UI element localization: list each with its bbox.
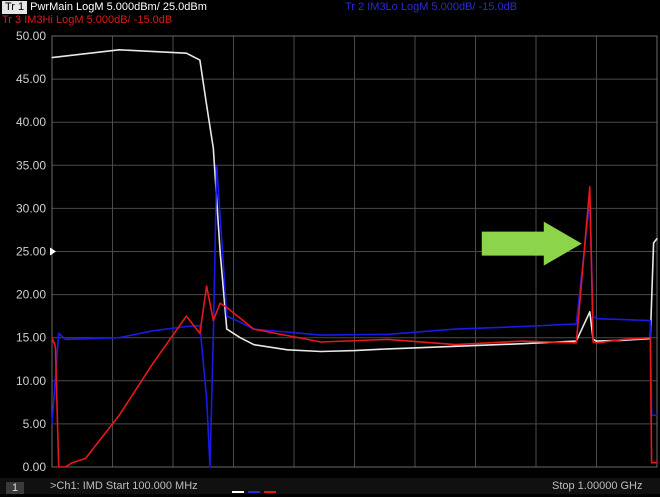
trace-point-PwrMain-8 [239,337,241,339]
trace-point-IM3Lo-5 [185,325,188,328]
trace-point-IM3Hi-7 [152,362,154,365]
trace-point-IM3Lo-16 [454,328,456,330]
y-axis-ticks: 50.00 45.00 40.00 35.00 30.00 25.00 20.00 15.00… [16,29,46,474]
trace-point-IM3Hi-3 [64,466,67,468]
trace-point-PwrMain-12 [353,350,356,352]
trace-point-PwrMain-19 [595,340,598,342]
trace-point-IM3Hi-13 [226,306,228,309]
trace-point-IM3Hi-6 [118,414,120,416]
trace-point-IM3Hi-1 [54,345,56,347]
y-tick-label-0: 50.00 [16,29,46,43]
trace-point-IM3Hi-25 [651,462,653,464]
trace-3-label[interactable]: Tr 3 IM3Hi LogM 5.000dB/ -15.0dB [2,14,172,27]
trace-point-IM3Hi-0 [51,337,53,339]
trace-point-IM3Hi-2 [58,466,60,468]
stop-frequency[interactable]: Stop 1.00000 GHz [552,480,643,492]
trace-point-IM3Lo-4 [152,330,154,332]
trace-point-PwrMain-4 [206,104,208,106]
trace-point-IM3Hi-21 [592,341,594,343]
trace-point-IM3Lo-25 [656,414,658,416]
y-tick-label-4: 30.00 [16,201,46,215]
trace-point-IM3Hi-15 [320,341,322,343]
annotation-arrow [481,221,582,266]
trace-point-PwrMain-15 [521,343,524,345]
trace-point-IM3Lo-21 [595,318,598,320]
status-trace-swatches [232,485,278,497]
y-tick-label-1: 45.00 [16,72,46,86]
y-tick-label-9: 5.00 [23,417,47,431]
trace-point-IM3Hi-22 [595,342,598,344]
trace-point-IM3Lo-22 [622,318,624,321]
trace-point-IM3Hi-18 [521,340,524,342]
trace-point-PwrMain-10 [286,349,288,351]
trace-point-PwrMain-11 [320,350,322,353]
trace-point-IM3Lo-2 [64,338,67,341]
trace-point-IM3Lo-15 [387,333,389,335]
trace-point-IM3Hi-10 [206,285,208,287]
trace-3-text: IM3Hi LogM 5.000dB/ -15.0dB [24,14,173,26]
trace-point-PwrMain-9 [253,343,255,346]
annotation [481,221,582,266]
status-bar: 1 >Ch1: IMD Start 100.000 MHz Stop 1.000… [0,478,660,494]
trace-point-IM3Lo-17 [521,325,524,328]
trace-point-PwrMain-13 [387,348,389,350]
trace-point-PwrMain-22 [653,242,655,244]
y-tick-label-8: 10.00 [16,374,46,388]
trace-point-PwrMain-2 [185,52,188,54]
trace-point-IM3Lo-11 [226,315,228,317]
trace-point-IM3Hi-4 [71,462,73,464]
trace-point-IM3Lo-12 [239,321,241,323]
trace-point-PwrMain-14 [454,345,456,347]
trace-point-IM3Hi-8 [185,315,188,317]
trace-point-IM3Hi-11 [212,319,214,322]
trace-point-IM3Hi-26 [656,462,658,464]
trace-point-PwrMain-6 [219,250,221,253]
trace-1-badge: Tr 1 [2,1,28,14]
trace-point-IM3Hi-14 [253,328,255,330]
trace-point-PwrMain-23 [656,237,658,240]
trace-point-IM3Lo-7 [206,397,208,399]
trace-1-text: PwrMain LogM 5.000dBm/ 25.0dBm [30,1,207,13]
start-frequency[interactable]: >Ch1: IMD Start 100.000 MHz [50,480,198,492]
y-tick-label-7: 15.00 [16,331,46,345]
trace-point-PwrMain-5 [212,147,214,149]
trace-point-PwrMain-7 [226,328,228,330]
trace-point-IM3Lo-9 [212,337,214,339]
trace-point-IM3Lo-18 [575,323,577,325]
trace-point-IM3Hi-16 [387,338,389,341]
trace-point-PwrMain-17 [589,311,591,313]
trace-2-badge: Tr 2 [345,1,365,13]
trace-point-IM3Hi-17 [454,343,456,346]
trace-2-text: IM3Lo LogM 5.000dB/ -15.0dB [367,1,518,13]
trace-point-PwrMain-0 [51,56,53,59]
y-tick-label-3: 35.00 [16,158,46,172]
trace-1-label[interactable]: Tr 1 PwrMain LogM 5.000dBm/ 25.0dBm [2,1,207,14]
reference-level-arrow [50,247,56,256]
trace-point-IM3Hi-9 [199,332,201,334]
trace-point-IM3Hi-23 [622,338,624,341]
trace-3-badge: Tr 3 [2,14,22,26]
trace-point-IM3Lo-10 [216,164,218,166]
trace-point-PwrMain-1 [118,49,120,51]
trace-point-IM3Hi-20 [589,186,591,188]
trace-point-IM3Lo-1 [58,332,60,334]
trace-2-label[interactable]: Tr 2 IM3Lo LogM 5.000dB/ -15.0dB [345,1,517,14]
trace-point-IM3Hi-5 [85,457,87,459]
trace-point-IM3Lo-14 [320,334,322,336]
trace-point-IM3Hi-24 [649,337,651,339]
trace-point-IM3Lo-8 [209,466,211,468]
plot-area: 50.00 45.00 40.00 35.00 30.00 25.00 20.00 15.00… [16,29,658,474]
trace-point-IM3Hi-12 [219,302,221,304]
y-tick-label-5: 25.00 [16,245,46,259]
trace-point-IM3Hi-19 [575,342,577,344]
reference-marker [50,247,56,256]
y-tick-label-2: 40.00 [16,115,46,129]
trace-point-PwrMain-3 [199,59,201,61]
y-tick-label-6: 20.00 [16,288,46,302]
trace-point-IM3Lo-0 [51,423,53,425]
trace-point-IM3Lo-3 [118,337,120,339]
y-tick-label-10: 0.00 [23,460,47,474]
trace-point-IM3Lo-23 [649,319,651,322]
